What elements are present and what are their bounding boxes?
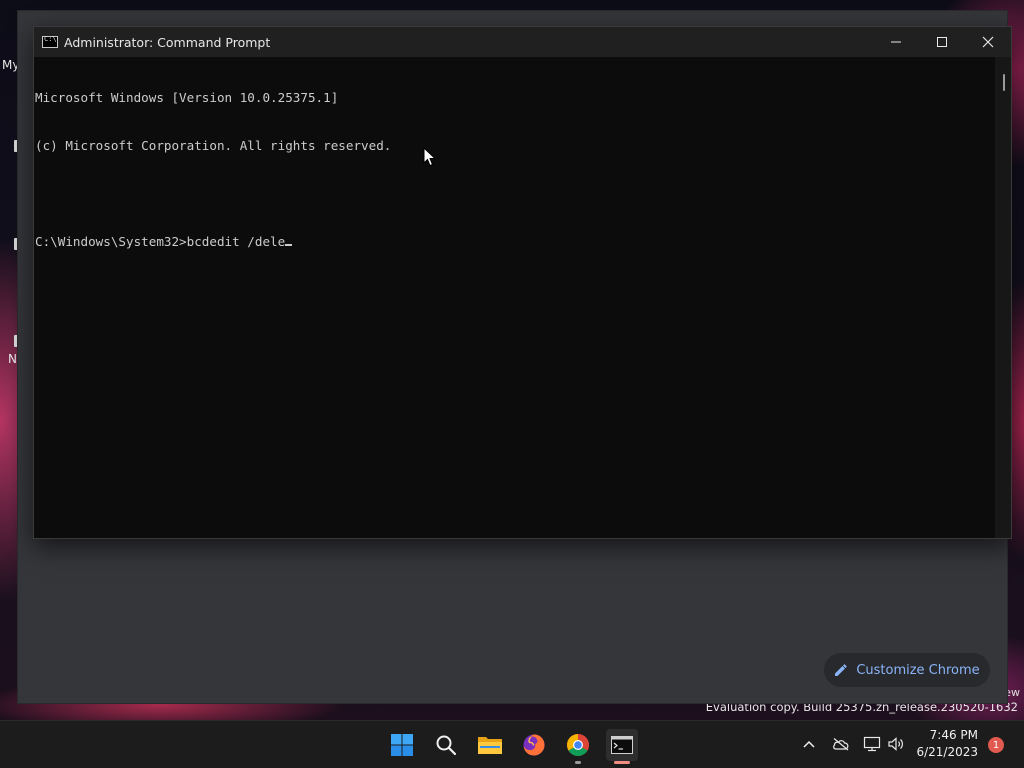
start-button[interactable] [386, 729, 418, 761]
close-button[interactable] [965, 27, 1011, 57]
firefox-icon [523, 734, 545, 756]
speaker-icon [888, 737, 903, 751]
pencil-icon [835, 664, 847, 676]
volume-button[interactable] [887, 735, 905, 753]
command-prompt-window[interactable]: C:\ Administrator: Command Prompt Micros… [33, 26, 1012, 539]
text-cursor [285, 244, 293, 246]
scrollbar-thumb[interactable] [1003, 74, 1005, 91]
close-icon [982, 36, 994, 48]
command-input-line[interactable]: C:\Windows\System32>bcdedit /dele [35, 234, 995, 250]
maximize-button[interactable] [919, 27, 965, 57]
folder-icon [478, 737, 502, 754]
firefox-button[interactable] [518, 729, 550, 761]
windows-start-icon [391, 734, 413, 756]
customize-chrome-button[interactable]: Customize Chrome [824, 653, 990, 687]
console-line: Microsoft Windows [Version 10.0.25375.1] [35, 90, 339, 105]
desktop-icon-label: N [8, 352, 17, 366]
search-icon [436, 735, 457, 756]
command-prompt-taskbar-button[interactable] [606, 729, 638, 764]
chevron-up-icon [803, 740, 815, 748]
network-button[interactable] [863, 735, 881, 753]
chrome-icon [567, 734, 589, 756]
chrome-button[interactable] [562, 729, 594, 764]
command-text: C:\Windows\System32>bcdedit /dele [35, 234, 286, 249]
terminal-icon [611, 736, 633, 754]
customize-chrome-label: Customize Chrome [856, 662, 980, 678]
mouse-pointer-icon [423, 147, 437, 167]
active-indicator [614, 761, 630, 764]
clock[interactable]: 7:46 PM 6/21/2023 [916, 727, 978, 761]
minimize-button[interactable] [873, 27, 919, 57]
cmd-app-icon: C:\ [42, 35, 58, 48]
search-button[interactable] [430, 729, 462, 761]
maximize-icon [937, 37, 947, 47]
show-hidden-icons-button[interactable] [800, 735, 818, 753]
running-indicator [575, 761, 581, 764]
onedrive-button[interactable] [832, 735, 850, 753]
console-output[interactable]: Microsoft Windows [Version 10.0.25375.1]… [34, 57, 995, 538]
window-title: Administrator: Command Prompt [64, 34, 271, 50]
file-explorer-button[interactable] [474, 729, 506, 761]
console-line: (c) Microsoft Corporation. All rights re… [35, 138, 392, 153]
clock-time: 7:46 PM [929, 728, 978, 742]
network-icon [863, 736, 881, 752]
notification-badge[interactable]: 1 [988, 737, 1004, 753]
cloud-offline-icon [833, 738, 849, 751]
clock-date: 6/21/2023 [916, 745, 978, 759]
minimize-icon [891, 41, 901, 43]
vertical-scrollbar[interactable] [995, 57, 1011, 538]
title-bar[interactable]: C:\ Administrator: Command Prompt [34, 27, 1011, 57]
taskbar: 7:46 PM 6/21/2023 1 [0, 720, 1024, 768]
